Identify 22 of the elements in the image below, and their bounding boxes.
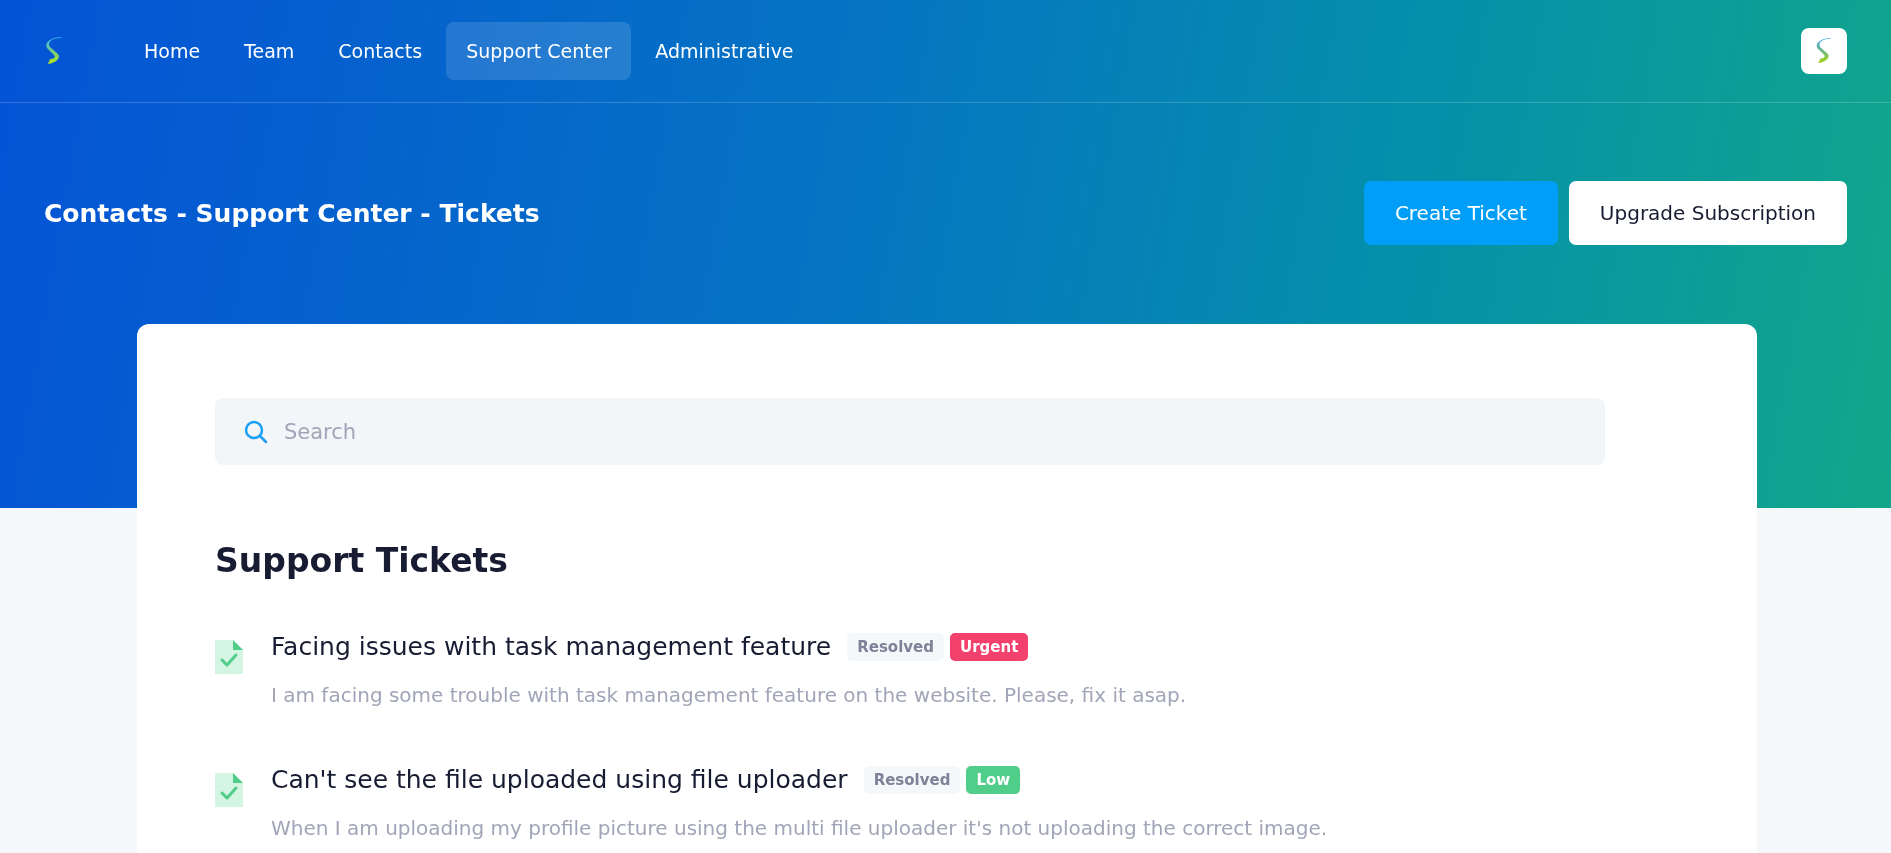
status-badge: Resolved bbox=[863, 765, 961, 794]
ticket-title-link[interactable]: Facing issues with task management feature bbox=[271, 632, 832, 661]
nav-tab[interactable]: Support Center bbox=[446, 22, 632, 80]
document-check-icon bbox=[215, 773, 243, 807]
ticket-description: When I am uploading my profile picture using the multi file uploader it's not uploading the correct image. bbox=[271, 816, 1328, 840]
section-title: Support Tickets bbox=[215, 541, 509, 580]
nav-tab[interactable]: Contacts bbox=[318, 22, 443, 80]
upgrade-button[interactable]: Upgrade Subscription bbox=[1568, 181, 1847, 245]
search-field[interactable]: Search bbox=[215, 398, 1605, 465]
priority-badge: Urgent bbox=[950, 632, 1029, 661]
nav-tab[interactable]: Administrative bbox=[635, 22, 814, 80]
document-check-icon bbox=[215, 640, 243, 674]
logo-icon[interactable] bbox=[44, 35, 64, 67]
ticket-description: I am facing some trouble with task management feature on the website. Please, fix it asap. bbox=[271, 683, 1187, 707]
search-icon bbox=[243, 419, 269, 445]
page-breadcrumb: Contacts - Support Center - Tickets bbox=[44, 198, 541, 228]
nav-tab[interactable]: Home bbox=[124, 22, 221, 80]
nav-tab[interactable]: Team bbox=[224, 22, 315, 80]
ticket-title-link[interactable]: Can't see the file uploaded using file uploader bbox=[271, 765, 848, 794]
app-logo-icon[interactable] bbox=[1801, 28, 1847, 74]
priority-badge: Low bbox=[966, 765, 1021, 794]
status-badge: Resolved bbox=[847, 632, 944, 661]
